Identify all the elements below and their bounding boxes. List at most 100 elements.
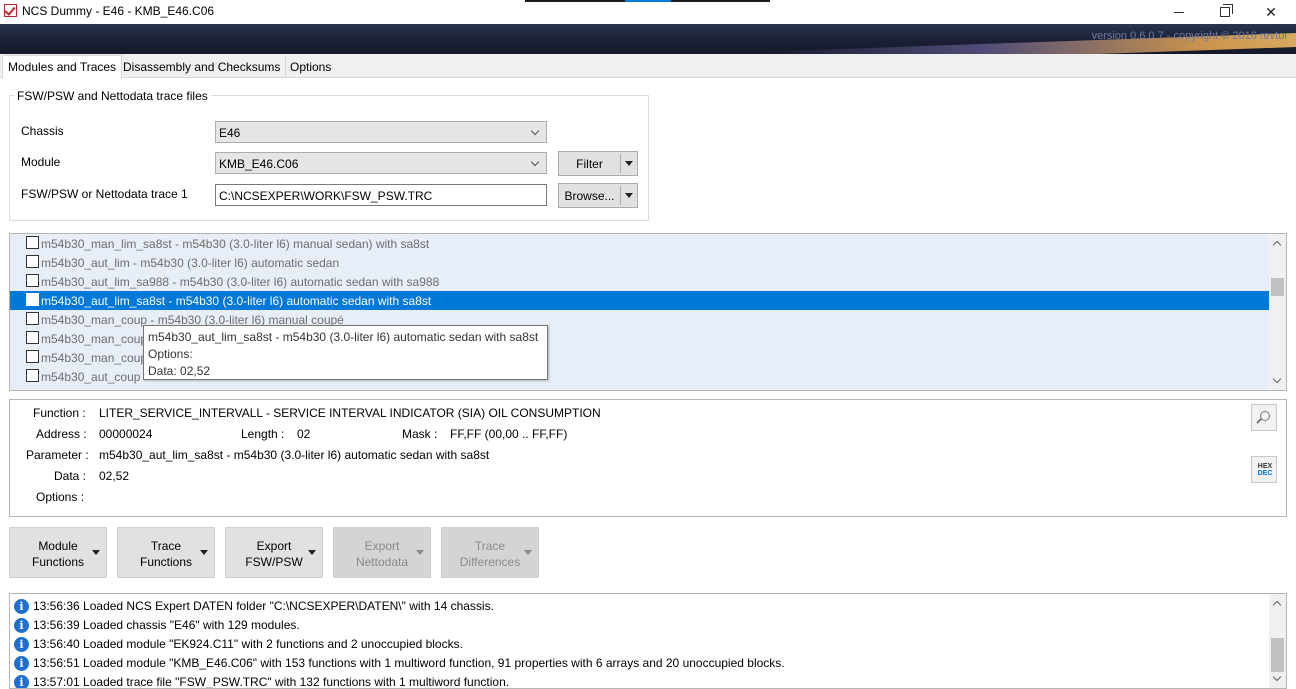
chassis-select[interactable]: E46: [215, 121, 547, 143]
parameter-label: m54b30_man_coup: [41, 351, 148, 365]
module-value: KMB_E46.C06: [219, 157, 299, 171]
log-scrollbar[interactable]: [1269, 594, 1286, 688]
tooltip-line: Options:: [148, 347, 193, 361]
parameter-row[interactable]: m54b30_man_lim_sa8st - m54b30 (3.0-liter…: [10, 234, 1269, 253]
trace-differences-button: Trace Differences: [441, 527, 539, 578]
export-fsw-psw-button[interactable]: Export FSW/PSW: [225, 527, 323, 578]
log-entry: i 13:56:39 Loaded chassis "E46" with 129 …: [14, 616, 300, 635]
dropdown-arrow-icon: [308, 550, 316, 555]
parameter-label: m54b30_man_lim_sa8st - m54b30 (3.0-liter…: [41, 237, 430, 251]
log-entry: i 13:56:36 Loaded NCS Expert DATEN folder…: [14, 597, 494, 616]
log-entry: i 13:57:01 Loaded trace file "FSW_PSW.TRC…: [14, 673, 510, 689]
info-icon: i: [14, 656, 29, 671]
tab-bar: Modules and Traces Disassembly and Check…: [0, 54, 1296, 79]
hex-dec-icon: HEX DEC: [1257, 463, 1273, 477]
mask-value: FF,FF (00,00 .. FF,FF): [450, 427, 568, 441]
parameter-label: m54b30_man_coup: [41, 332, 148, 346]
window-title: NCS Dummy - E46 - KMB_E46.C06: [22, 4, 215, 18]
parameter-checkbox[interactable]: [26, 293, 39, 306]
restore-button[interactable]: [1202, 0, 1248, 24]
parameter-label: m54b30_aut_coup: [41, 370, 141, 384]
dropdown-arrow-icon[interactable]: [625, 193, 633, 198]
function-detail-panel: Function : LITER_SERVICE_INTERVALL - SER…: [9, 399, 1287, 517]
tab-disassembly-and-checksums[interactable]: Disassembly and Checksums: [118, 56, 287, 78]
parameter-list-scrollbar[interactable]: [1269, 234, 1286, 390]
parameter-checkbox[interactable]: [26, 312, 39, 325]
parameter-label: m54b30_aut_lim - m54b30 (3.0-liter l6) a…: [41, 256, 340, 270]
checkbox-check-icon: [4, 4, 17, 17]
trace-functions-button[interactable]: Trace Functions: [117, 527, 215, 578]
scrollbar-thumb[interactable]: [1271, 638, 1284, 672]
module-select[interactable]: KMB_E46.C06: [215, 152, 547, 174]
scrollbar-thumb[interactable]: [1271, 278, 1284, 296]
trace-label: FSW/PSW or Nettodata trace 1: [21, 187, 188, 201]
dropdown-arrow-icon: [524, 550, 532, 555]
mask-label: Mask :: [402, 427, 438, 441]
tab-modules-and-traces[interactable]: Modules and Traces: [2, 55, 123, 79]
parameter-checkbox[interactable]: [26, 255, 39, 268]
function-label: Function :: [33, 406, 86, 420]
filter-button[interactable]: Filter: [558, 151, 638, 176]
tab-options[interactable]: Options: [285, 56, 336, 78]
search-icon: [1260, 411, 1270, 421]
parameter-row[interactable]: m54b30_aut_lim_sa988 - m54b30 (3.0-liter…: [10, 272, 1269, 291]
hex-text: HEX: [1257, 463, 1273, 470]
length-value: 02: [297, 427, 311, 441]
minimize-button[interactable]: [1156, 0, 1202, 24]
parameter-checkbox[interactable]: [26, 369, 39, 382]
parameter-checkbox[interactable]: [26, 236, 39, 249]
close-icon: ✕: [1265, 3, 1277, 20]
parameter-checkbox[interactable]: [26, 331, 39, 344]
chevron-down-icon: [530, 126, 540, 136]
info-icon: i: [14, 618, 29, 633]
dropdown-arrow-icon: [416, 550, 424, 555]
scroll-down-icon[interactable]: [1272, 672, 1282, 682]
options-label: Options :: [36, 490, 85, 504]
version-text: version 0.6.0.7 - copyright © 2016 revto…: [1091, 30, 1288, 42]
info-icon: i: [14, 637, 29, 652]
log-text: 13:57:01 Loaded trace file "FSW_PSW.TRC"…: [33, 675, 510, 689]
parameter-checkbox[interactable]: [26, 350, 39, 363]
scroll-up-icon[interactable]: [1272, 240, 1282, 250]
parameter-row-selected[interactable]: m54b30_aut_lim_sa8st - m54b30 (3.0-liter…: [10, 291, 1269, 310]
header-banner: version 0.6.0.7 - copyright © 2016 revto…: [0, 24, 1296, 54]
log-text: 13:56:39 Loaded chassis "E46" with 129 m…: [33, 618, 300, 632]
log-entry: i 13:56:51 Loaded module "KMB_E46.C06" wi…: [14, 654, 785, 673]
log-panel[interactable]: i 13:56:36 Loaded NCS Expert DATEN folder…: [9, 593, 1287, 689]
module-label: Module: [21, 155, 61, 169]
dropdown-arrow-icon: [92, 550, 100, 555]
close-button[interactable]: ✕: [1248, 0, 1294, 24]
data-value: 02,52: [99, 469, 130, 483]
parameter-label: Parameter :: [26, 448, 89, 462]
split-separator: [620, 154, 621, 173]
dropdown-arrow-icon[interactable]: [625, 161, 633, 166]
minimize-icon: [1174, 11, 1184, 13]
search-button[interactable]: [1251, 404, 1277, 431]
title-bar-indicator-accent: [625, 0, 671, 2]
chassis-value: E46: [219, 126, 241, 140]
log-text: 13:56:40 Loaded module "EK924.C11" with …: [33, 637, 463, 651]
scroll-up-icon[interactable]: [1272, 600, 1282, 610]
browse-button[interactable]: Browse...: [558, 183, 638, 208]
info-icon: i: [14, 675, 29, 688]
hex-dec-toggle-button[interactable]: HEX DEC: [1251, 456, 1277, 483]
parameter-checkbox[interactable]: [26, 274, 39, 287]
parameter-row[interactable]: m54b30_aut_lim - m54b30 (3.0-liter l6) a…: [10, 253, 1269, 272]
restore-icon: [1220, 4, 1233, 17]
dec-text: DEC: [1257, 470, 1273, 477]
trace-files-group-title: FSW/PSW and Nettodata trace files: [14, 89, 211, 103]
log-entry: i 13:56:40 Loaded module "EK924.C11" with…: [14, 635, 463, 654]
trace-file-value: C:\NCSEXPER\WORK\FSW_PSW.TRC: [219, 189, 433, 203]
function-value: LITER_SERVICE_INTERVALL - SERVICE INTERV…: [99, 406, 601, 420]
log-text: 13:56:51 Loaded module "KMB_E46.C06" wit…: [33, 656, 785, 670]
chassis-label: Chassis: [21, 124, 64, 138]
address-value: 00000024: [99, 427, 153, 441]
parameter-tooltip: m54b30_aut_lim_sa8st - m54b30 (3.0-liter…: [143, 325, 548, 380]
browse-button-label: Browse...: [564, 189, 615, 203]
trace-file-input[interactable]: C:\NCSEXPER\WORK\FSW_PSW.TRC: [215, 184, 547, 206]
log-text: 13:56:36 Loaded NCS Expert DATEN folder …: [33, 599, 494, 613]
tooltip-line: Data: 02,52: [148, 364, 211, 378]
module-functions-button[interactable]: Module Functions: [9, 527, 107, 578]
scroll-down-icon[interactable]: [1272, 374, 1282, 384]
export-nettodata-button: Export Nettodata: [333, 527, 431, 578]
